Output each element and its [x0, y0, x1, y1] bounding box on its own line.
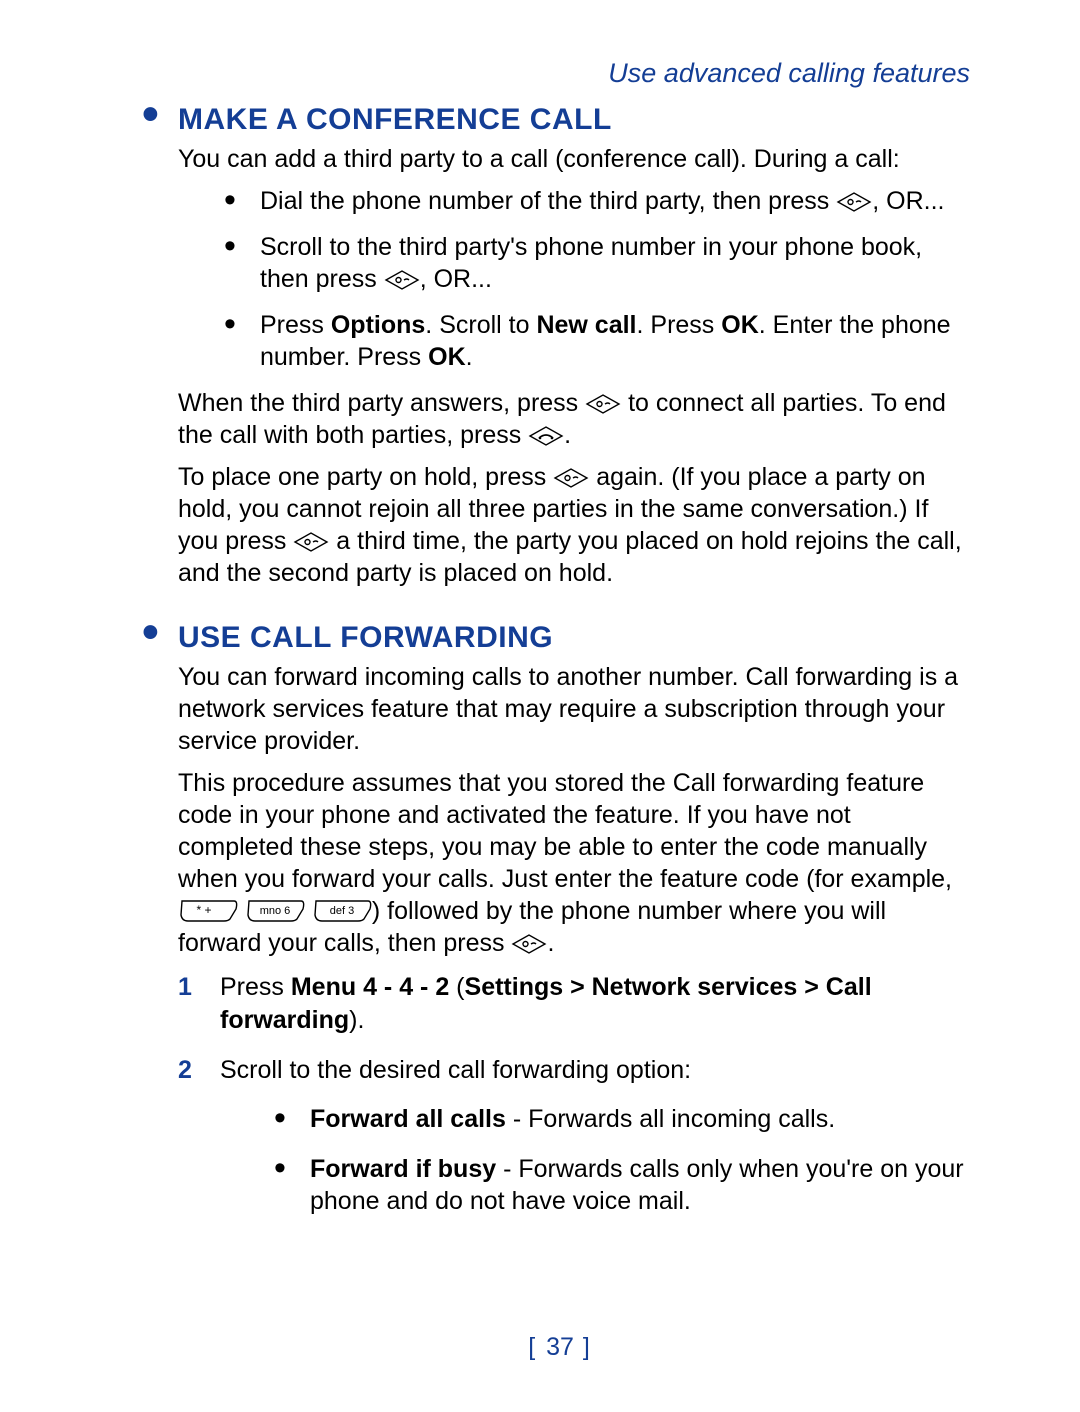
text: To place one party on hold, press — [178, 463, 553, 491]
key-label: * + — [196, 903, 211, 917]
step-1: Press Menu 4 - 4 - 2 (Settings > Network… — [178, 971, 970, 1036]
list-item: Scroll to the third party's phone number… — [220, 231, 970, 295]
text: This procedure assumes that you stored t… — [178, 769, 952, 893]
text-bold: Menu 4 - 4 - 2 — [291, 973, 449, 1001]
conference-para-2: When the third party answers, press to c… — [178, 387, 970, 451]
text: Press — [260, 311, 331, 339]
talk-key-icon — [585, 391, 621, 413]
text: Dial the phone number of the third party… — [260, 187, 836, 215]
text: When the third party answers, press — [178, 389, 585, 417]
six-key-icon: mno 6 — [245, 897, 305, 921]
key-label: mno 6 — [260, 905, 291, 917]
text: Press — [220, 973, 291, 1001]
talk-key-icon — [511, 931, 547, 953]
star-key-icon: * + — [178, 897, 238, 921]
text: . — [466, 343, 473, 371]
forwarding-options: Forward all calls - Forwards all incomin… — [220, 1103, 970, 1217]
list-item: Dial the phone number of the third party… — [220, 185, 970, 217]
text: , OR... — [872, 187, 944, 215]
text-bold: OK — [428, 343, 466, 371]
three-key-icon: def 3 — [312, 897, 372, 921]
forwarding-para-1: You can forward incoming calls to anothe… — [178, 661, 970, 757]
text: , OR... — [420, 265, 492, 293]
forwarding-steps: Press Menu 4 - 4 - 2 (Settings > Network… — [150, 971, 970, 1217]
text: Scroll to the third party's phone number… — [260, 233, 922, 293]
step-2: Scroll to the desired call forwarding op… — [178, 1054, 970, 1217]
text: ). — [349, 1006, 364, 1034]
running-header: Use advanced calling features — [150, 58, 970, 89]
text-bold: OK — [721, 311, 759, 339]
text: . Scroll to — [425, 311, 536, 339]
text-bold: New call — [536, 311, 636, 339]
list-item: Press Options. Scroll to New call. Press… — [220, 309, 970, 373]
end-key-icon — [528, 423, 564, 445]
talk-key-icon — [836, 189, 872, 211]
text: ( — [449, 973, 464, 1001]
text: - Forwards all incoming calls. — [506, 1105, 835, 1133]
heading-conference-call: MAKE A CONFERENCE CALL — [150, 103, 970, 137]
text-bold: Forward if busy — [310, 1155, 496, 1183]
text: . Press — [637, 311, 722, 339]
talk-key-icon — [293, 529, 329, 551]
talk-key-icon — [553, 465, 589, 487]
list-item: Forward if busy - Forwards calls only wh… — [270, 1153, 970, 1217]
text-bold: Options — [331, 311, 425, 339]
conference-para-3: To place one party on hold, press again.… — [178, 461, 970, 589]
heading-call-forwarding: USE CALL FORWARDING — [150, 621, 970, 655]
key-label: def 3 — [330, 905, 354, 917]
list-item: Forward all calls - Forwards all incomin… — [270, 1103, 970, 1135]
text: Scroll to the desired call forwarding op… — [220, 1056, 691, 1084]
text: . — [564, 421, 571, 449]
forwarding-para-2: This procedure assumes that you stored t… — [178, 767, 970, 959]
talk-key-icon — [384, 267, 420, 289]
conference-bullet-list: Dial the phone number of the third party… — [150, 185, 970, 373]
text-bold: Forward all calls — [310, 1105, 506, 1133]
text: . — [547, 929, 554, 957]
page-number: [ 37 ] — [150, 1333, 970, 1362]
conference-intro: You can add a third party to a call (con… — [178, 143, 970, 175]
page-number-value: 37 — [546, 1333, 574, 1361]
manual-page: Use advanced calling features MAKE A CON… — [0, 0, 1080, 1412]
